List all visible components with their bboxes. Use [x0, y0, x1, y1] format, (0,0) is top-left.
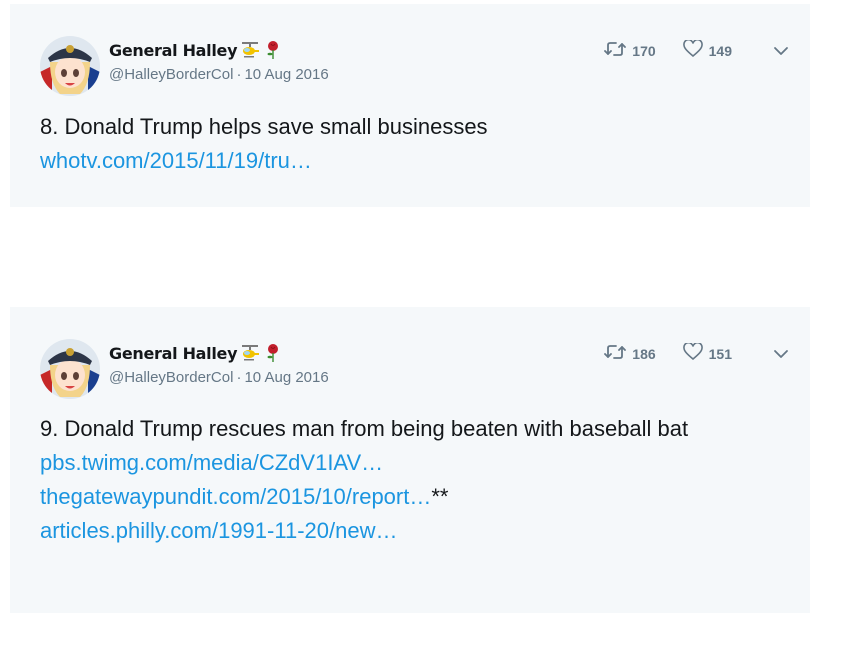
chevron-down-icon[interactable] — [772, 42, 790, 60]
tweet-card[interactable]: General Halley @HalleyBorderCol · 10 Aug 2… — [10, 4, 810, 207]
author-name[interactable]: General Halley — [109, 41, 238, 60]
tweet-text: 8. Donald Trump helps save small busines… — [40, 110, 790, 178]
like-button[interactable]: 151 — [682, 341, 732, 364]
link-suffix: ** — [431, 484, 449, 509]
author-meta: @HalleyBorderCol · 10 Aug 2016 — [109, 66, 329, 83]
rose-emoji — [263, 40, 283, 60]
tweet-body: 8. Donald Trump helps save small busines… — [40, 114, 488, 139]
retweet-button[interactable]: 170 — [604, 41, 656, 60]
rose-emoji — [263, 343, 283, 363]
author-name[interactable]: General Halley — [109, 344, 238, 363]
link-text[interactable]: whotv.com/2015/11/19/tru… — [40, 148, 312, 173]
heart-icon — [682, 341, 703, 364]
tweet-actions: 170 149 — [604, 38, 790, 61]
link-text[interactable]: articles.philly.com/1991-11-20/new… — [40, 518, 397, 543]
link-text[interactable]: pbs.twimg.com/media/CZdV1IAV… — [40, 450, 383, 475]
author-handle[interactable]: @HalleyBorderCol — [109, 369, 233, 386]
heart-icon — [682, 38, 703, 61]
tweet-actions: 186 151 — [604, 341, 790, 364]
helicopter-emoji — [240, 40, 260, 60]
retweet-button[interactable]: 186 — [604, 344, 656, 363]
like-count: 151 — [708, 345, 732, 362]
tweet-link[interactable]: articles.philly.com/1991-11-20/new… — [40, 514, 790, 548]
meta-separator: · — [236, 66, 242, 83]
avatar[interactable] — [40, 36, 100, 96]
retweet-icon — [604, 344, 627, 363]
link-text[interactable]: thegatewaypundit.com/2015/10/report… — [40, 484, 431, 509]
avatar[interactable] — [40, 339, 100, 399]
retweet-icon — [604, 41, 627, 60]
tweet-link[interactable]: whotv.com/2015/11/19/tru… — [40, 144, 790, 178]
tweet-date[interactable]: 10 Aug 2016 — [244, 369, 328, 386]
author-handle[interactable]: @HalleyBorderCol — [109, 66, 233, 83]
retweet-count: 186 — [632, 345, 656, 362]
chevron-down-icon[interactable] — [772, 345, 790, 363]
tweet-body: 9. Donald Trump rescues man from being b… — [40, 416, 689, 441]
tweet-link[interactable]: thegatewaypundit.com/2015/10/report…** — [40, 480, 790, 514]
author-meta: @HalleyBorderCol · 10 Aug 2016 — [109, 369, 329, 386]
like-button[interactable]: 149 — [682, 38, 732, 61]
tweet-date[interactable]: 10 Aug 2016 — [244, 66, 328, 83]
retweet-count: 170 — [632, 42, 656, 59]
tweet-link[interactable]: pbs.twimg.com/media/CZdV1IAV… — [40, 446, 790, 480]
tweet-text: 9. Donald Trump rescues man from being b… — [40, 412, 790, 548]
meta-separator: · — [236, 369, 242, 386]
helicopter-emoji — [240, 343, 260, 363]
like-count: 149 — [708, 42, 732, 59]
tweet-card[interactable]: General Halley @HalleyBorderCol · 10 Aug 2… — [10, 307, 810, 613]
